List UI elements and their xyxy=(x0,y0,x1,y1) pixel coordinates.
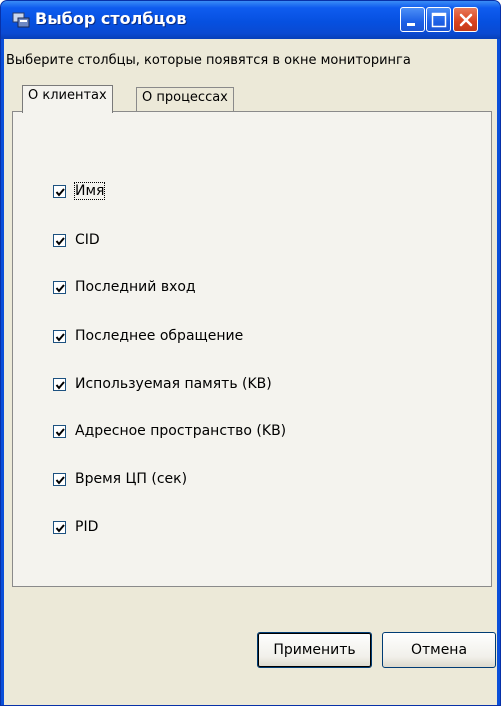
app-icon xyxy=(11,10,31,30)
tab-clients-label: О клиентах xyxy=(28,88,107,103)
checkbox-label: Последний вход xyxy=(75,279,196,295)
checkbox-label: CID xyxy=(75,232,100,248)
dialog-window: Выбор столбцов Выберите столбцы, которые… xyxy=(0,0,501,706)
close-icon xyxy=(459,13,473,27)
checkbox[interactable] xyxy=(53,378,66,391)
checkbox-label: PID xyxy=(75,519,99,535)
checkbox-label: Адресное пространство (KB) xyxy=(75,423,287,439)
checkbox[interactable] xyxy=(53,234,66,247)
maximize-icon xyxy=(431,12,447,28)
checkmark-icon xyxy=(55,524,65,533)
checkmark-icon xyxy=(55,381,65,390)
checkbox[interactable] xyxy=(53,521,66,534)
checkbox-label: Последнее обращение xyxy=(75,328,244,344)
instruction-text: Выберите столбцы, которые появятся в окн… xyxy=(6,53,411,68)
title-bar[interactable]: Выбор столбцов xyxy=(1,1,500,39)
checkbox[interactable] xyxy=(53,281,66,294)
maximize-button[interactable] xyxy=(426,7,451,32)
checkmark-icon xyxy=(55,333,65,342)
checkmark-icon xyxy=(55,284,65,293)
checkmark-icon xyxy=(55,188,65,197)
apply-button[interactable]: Применить xyxy=(257,632,372,668)
close-button[interactable] xyxy=(453,7,478,32)
checkbox[interactable] xyxy=(53,425,66,438)
checkmark-icon xyxy=(55,476,65,485)
dialog-client-area: Выберите столбцы, которые появятся в окн… xyxy=(4,39,497,705)
checkbox[interactable] xyxy=(53,330,66,343)
tab-clients[interactable]: О клиентах xyxy=(22,85,113,113)
window-title: Выбор столбцов xyxy=(35,9,187,28)
checkbox-label: Время ЦП (сек) xyxy=(75,471,188,487)
tab-panel: Имя CID Последний вход Последнее обращен… xyxy=(12,111,492,587)
checkbox[interactable] xyxy=(53,185,66,198)
cancel-button[interactable]: Отмена xyxy=(382,632,496,668)
minimize-button[interactable] xyxy=(400,7,425,32)
checkbox-label: Имя xyxy=(73,182,106,200)
checkmark-icon xyxy=(55,428,65,437)
checkbox[interactable] xyxy=(53,473,66,486)
checkmark-icon xyxy=(55,237,65,246)
checkbox-label: Используемая память (KB) xyxy=(75,376,272,392)
tab-processes[interactable]: О процессах xyxy=(136,87,234,112)
minimize-icon xyxy=(407,23,415,26)
tab-processes-label: О процессах xyxy=(142,90,228,105)
